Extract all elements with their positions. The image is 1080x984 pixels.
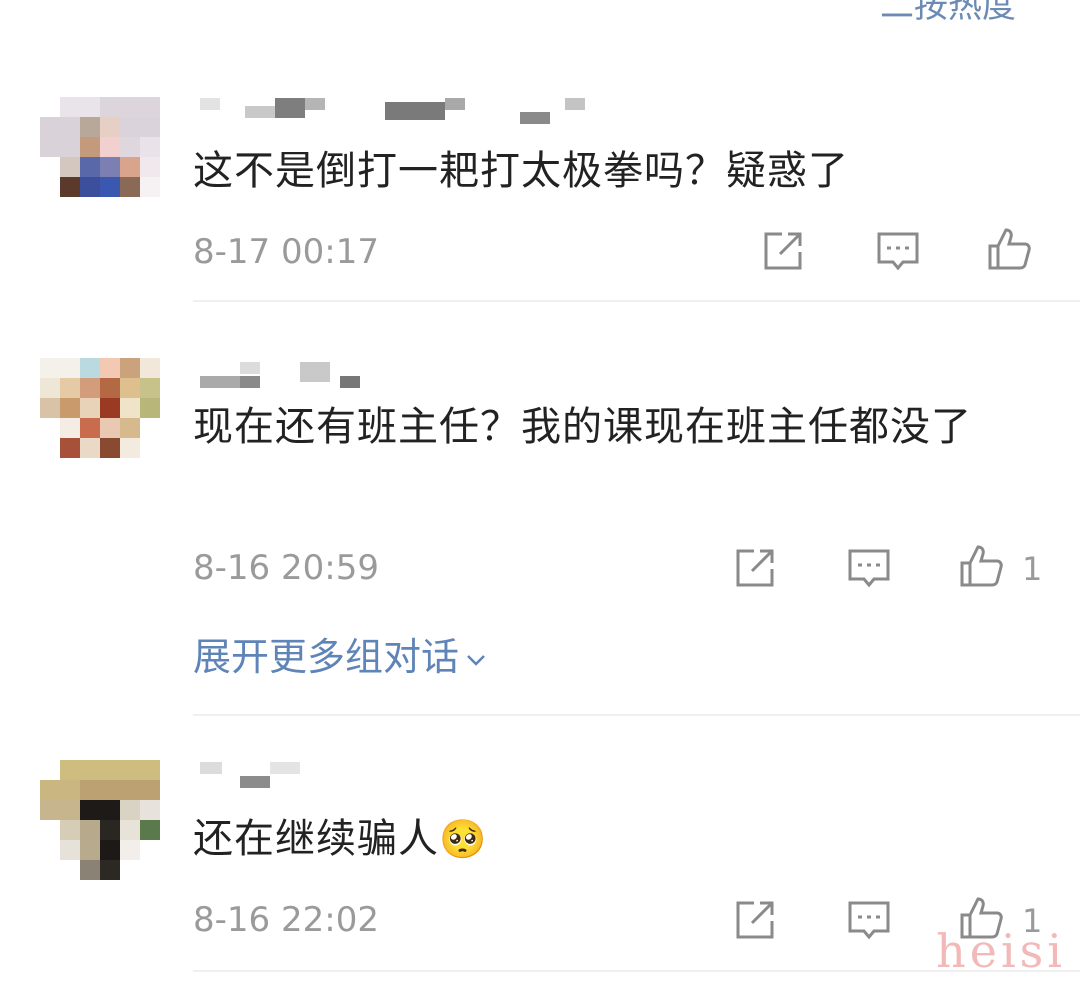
username[interactable] — [200, 362, 370, 388]
divider — [193, 300, 1080, 302]
comment-text: 现在还有班主任？我的课现在班主任都没了 — [193, 404, 972, 450]
chevron-down-icon — [467, 654, 485, 666]
comment-time: 8-16 22:02 — [193, 900, 379, 940]
pleading-face-emoji: 🥺 — [439, 817, 488, 861]
comment-time: 8-17 00:17 — [193, 232, 379, 272]
avatar[interactable] — [40, 760, 160, 880]
share-icon[interactable] — [760, 228, 806, 274]
reply-icon[interactable] — [846, 897, 892, 943]
comment-time: 8-16 20:59 — [193, 548, 379, 588]
comment-text: 还在继续骗人🥺 — [193, 808, 1023, 870]
expand-more-replies-link[interactable]: 展开更多组对话 — [193, 626, 489, 681]
divider — [193, 714, 1080, 716]
comment-text-content: 还在继续骗人 — [193, 816, 439, 862]
comment-text: 这不是倒打一耙打太极拳吗？疑惑了 — [193, 148, 849, 194]
username[interactable] — [200, 98, 600, 124]
share-icon[interactable] — [732, 897, 778, 943]
avatar[interactable] — [40, 97, 160, 217]
watermark: heisi — [936, 924, 1066, 978]
like-icon[interactable] — [986, 226, 1032, 272]
reply-icon[interactable] — [875, 228, 921, 274]
like-count: 1 — [1022, 550, 1043, 588]
sort-by-hot-button[interactable]: 二按热度 — [880, 0, 1016, 27]
like-icon[interactable] — [958, 543, 1004, 589]
share-icon[interactable] — [732, 545, 778, 591]
expand-label: 展开更多组对话 — [193, 635, 460, 679]
username[interactable] — [200, 762, 310, 788]
reply-icon[interactable] — [846, 545, 892, 591]
avatar[interactable] — [40, 358, 160, 478]
